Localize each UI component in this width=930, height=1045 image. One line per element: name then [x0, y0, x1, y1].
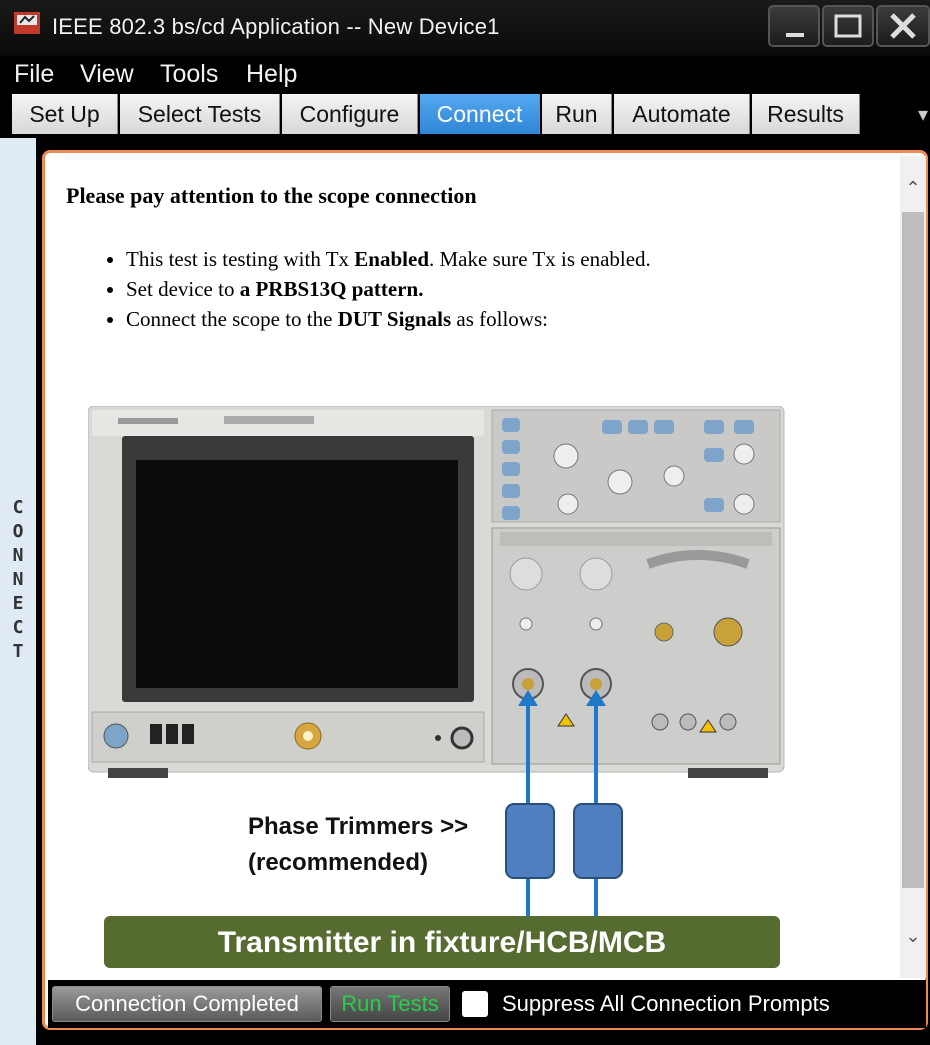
menu-tools[interactable]: Tools — [160, 60, 218, 89]
run-tests-button[interactable]: Run Tests — [330, 986, 450, 1022]
minimize-button[interactable] — [768, 5, 820, 47]
scrollbar-thumb[interactable] — [902, 212, 924, 888]
side-label-letter: T — [12, 641, 24, 662]
connection-diagram: Phase Trimmers >> (recommended) Transmit… — [88, 406, 785, 968]
maximize-icon — [834, 14, 862, 38]
side-label-letter: E — [12, 593, 24, 614]
connection-completed-button[interactable]: Connection Completed — [52, 986, 322, 1022]
phase-trimmers — [505, 803, 623, 879]
list-item: Connect the scope to the DUT Signals as … — [126, 304, 651, 334]
instruction-list: This test is testing with Tx Enabled. Ma… — [106, 244, 651, 334]
phase-trimmers-label: Phase Trimmers >> — [248, 813, 468, 840]
tab-overflow-icon[interactable]: ▾ — [918, 102, 928, 127]
app-icon — [14, 12, 40, 34]
tab-connect[interactable]: Connect — [420, 94, 540, 134]
list-item: Set device to a PRBS13Q pattern. — [126, 274, 651, 304]
scroll-up-icon[interactable]: ⌃ — [902, 178, 924, 199]
page-heading: Please pay attention to the scope connec… — [66, 183, 477, 208]
menu-view[interactable]: View — [80, 60, 134, 89]
menu-help[interactable]: Help — [246, 60, 297, 89]
tab-automate[interactable]: Automate — [614, 94, 750, 134]
close-button[interactable] — [876, 5, 930, 47]
suppress-prompts-checkbox[interactable] — [462, 991, 488, 1017]
title-bar: IEEE 802.3 bs/cd Application -- New Devi… — [0, 0, 930, 56]
side-label-letter: C — [12, 617, 24, 638]
scroll-down-icon[interactable]: ⌄ — [902, 926, 924, 947]
side-label-letter: O — [12, 521, 24, 542]
side-label-letter: N — [12, 545, 24, 566]
side-label-letter: C — [12, 497, 24, 518]
side-panel-label: CONNECT — [0, 496, 36, 664]
tab-run[interactable]: Run — [542, 94, 612, 134]
tab-setup[interactable]: Set Up — [12, 94, 118, 134]
list-item: This test is testing with Tx Enabled. Ma… — [126, 244, 651, 274]
minimize-icon — [786, 33, 804, 37]
tab-results[interactable]: Results — [752, 94, 860, 134]
phase-trimmers-sublabel: (recommended) — [248, 849, 428, 876]
oscilloscope-image — [88, 406, 785, 778]
side-label-letter: N — [12, 569, 24, 590]
menu-file[interactable]: File — [14, 60, 54, 89]
tab-configure[interactable]: Configure — [282, 94, 418, 134]
window-title: IEEE 802.3 bs/cd Application -- New Devi… — [52, 14, 500, 39]
suppress-prompts-label: Suppress All Connection Prompts — [502, 991, 830, 1016]
maximize-button[interactable] — [822, 5, 874, 47]
transmitter-label: Transmitter in fixture/HCB/MCB — [218, 926, 666, 959]
connection-instructions: Please pay attention to the scope connec… — [48, 156, 900, 978]
menu-bar — [0, 56, 930, 92]
close-icon — [890, 13, 916, 39]
tab-select-tests[interactable]: Select Tests — [120, 94, 280, 134]
